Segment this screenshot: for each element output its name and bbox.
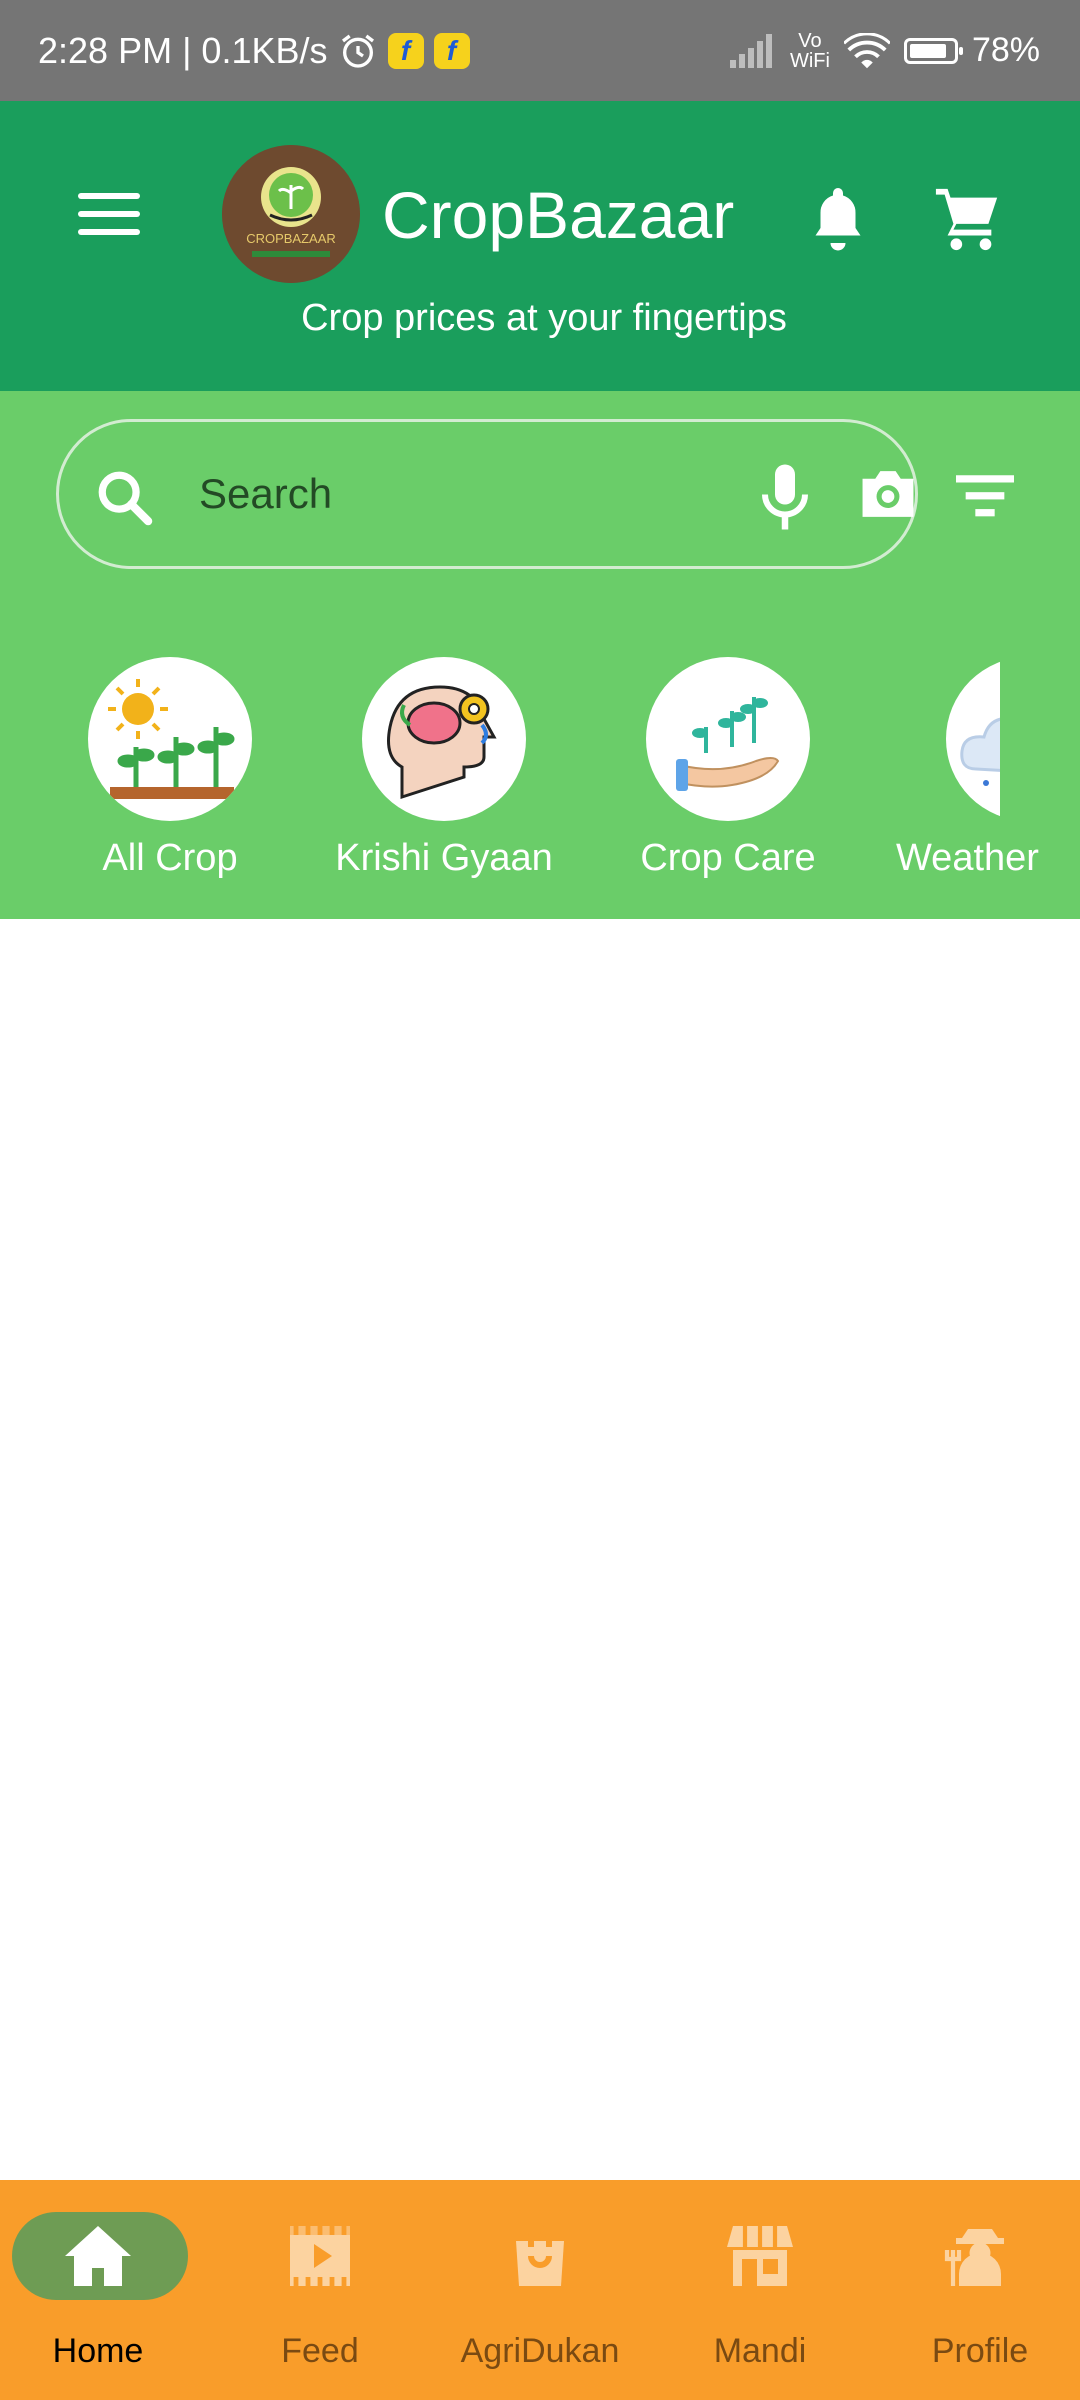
category-label: Weather (896, 837, 1039, 879)
alarm-icon (341, 34, 374, 68)
home-icon[interactable] (62, 2220, 134, 2292)
brain-gears-icon[interactable] (362, 657, 526, 821)
category-label: Krishi Gyaan (335, 837, 553, 879)
category-label: Crop Care (640, 837, 816, 879)
vowifi-indicator: Vo WiFi (790, 31, 830, 71)
nav-item-feed[interactable]: Feed (222, 2180, 418, 2400)
status-bar: 2:28 PM | 0.1KB/s f f Vo WiFi 78% (0, 0, 1080, 101)
shopping-bag-icon[interactable] (504, 2220, 576, 2292)
flipkart-notification-icon: f (387, 32, 424, 69)
all-crop-icon[interactable] (88, 657, 252, 821)
category-crop-care[interactable]: Crop Care (628, 657, 828, 880)
bell-icon[interactable] (808, 183, 868, 253)
wifi-icon (843, 32, 890, 68)
app-logo: CROPBAZAAR (222, 145, 360, 283)
app-title: CropBazaar (382, 178, 735, 252)
nav-item-profile[interactable]: Profile (882, 2180, 1078, 2400)
battery-percent: 78% (971, 31, 1040, 69)
flipkart-notification-icon: f (433, 32, 470, 69)
status-left: 2:28 PM | 0.1KB/s f f (38, 0, 470, 101)
header-tagline: Crop prices at your fingertips (301, 297, 787, 339)
camera-icon[interactable] (857, 466, 919, 522)
category-all-crop[interactable]: All Crop (70, 657, 270, 880)
mic-icon[interactable] (755, 462, 815, 532)
status-time-speed: 2:28 PM | 0.1KB/s (38, 29, 328, 71)
battery-icon (903, 37, 963, 64)
vowifi-bottom-text: WiFi (789, 49, 830, 72)
nav-label: AgriDukan (460, 2332, 620, 2370)
signal-icon (729, 33, 772, 68)
hand-sprout-icon[interactable] (646, 657, 810, 821)
nav-item-agridukan[interactable]: AgriDukan (442, 2180, 638, 2400)
search-input[interactable]: Search (199, 470, 332, 518)
filter-icon[interactable] (956, 475, 1014, 519)
bottom-navigation: Home Feed AgriDukan Mandi Profile (0, 2180, 1080, 2400)
category-weather[interactable]: Weather (890, 657, 1050, 880)
search-bar[interactable]: Search (56, 419, 918, 569)
nav-item-home[interactable]: Home (0, 2180, 196, 2400)
nav-label: Profile (931, 2332, 1029, 2370)
nav-item-mandi[interactable]: Mandi (662, 2180, 858, 2400)
weather-icon[interactable] (946, 657, 1000, 821)
nav-label: Feed (281, 2332, 359, 2370)
logo-text: CROPBAZAAR (246, 231, 336, 246)
search-category-section: Search All Crop Krishi Gyaan Crop Care W… (0, 391, 1080, 919)
nav-label: Mandi (713, 2332, 807, 2370)
status-right: Vo WiFi 78% (729, 0, 1040, 101)
category-krishi-gyaan[interactable]: Krishi Gyaan (324, 657, 564, 880)
vowifi-top-text: Vo (798, 29, 822, 52)
video-icon[interactable] (284, 2220, 356, 2292)
category-label: All Crop (102, 837, 238, 879)
store-icon[interactable] (724, 2220, 796, 2292)
menu-icon[interactable] (78, 193, 140, 243)
nav-label: Home (52, 2332, 144, 2370)
cart-icon[interactable] (932, 183, 1004, 253)
app-header: CROPBAZAAR CropBazaar Crop prices at you… (0, 101, 1080, 391)
farmer-icon[interactable] (944, 2220, 1016, 2292)
search-icon[interactable] (95, 468, 153, 526)
